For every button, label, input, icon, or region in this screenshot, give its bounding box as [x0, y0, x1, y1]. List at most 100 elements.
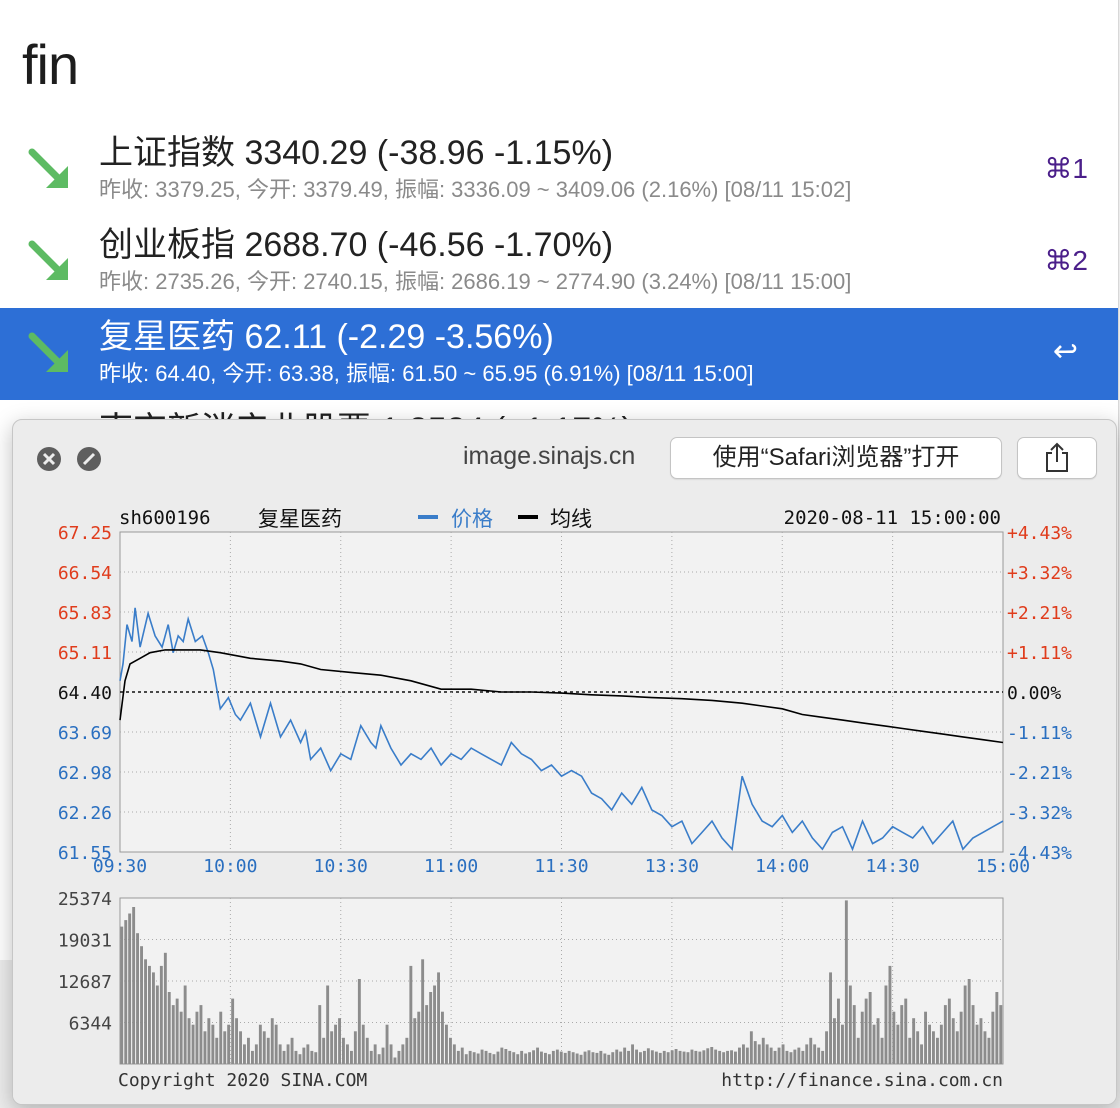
x-tick-label: 14:00: [755, 856, 809, 877]
y-tick-label: 65.11: [58, 643, 112, 664]
volume-bar: [662, 1050, 666, 1064]
volume-bar: [852, 1005, 856, 1064]
volume-bar: [251, 1050, 254, 1064]
close-icon[interactable]: [37, 447, 61, 471]
y-tick-label: 65.83: [58, 603, 112, 624]
volume-bar: [282, 1050, 286, 1064]
volume-bar: [749, 1031, 753, 1064]
y-right-tick-label: +1.11%: [1007, 643, 1072, 664]
legend-avg-label: 均线: [550, 507, 592, 531]
volume-bar: [789, 1052, 793, 1064]
volume-bar: [504, 1049, 508, 1064]
volume-bar: [346, 1044, 349, 1064]
volume-bar: [163, 952, 167, 1064]
y-right-tick-label: -3.32%: [1007, 803, 1072, 824]
volume-bar: [801, 1050, 805, 1064]
volume-bar: [254, 1044, 258, 1064]
volume-bar: [484, 1050, 488, 1064]
volume-bar: [837, 998, 840, 1064]
volume-bar: [563, 1052, 567, 1064]
volume-bar: [318, 1005, 322, 1064]
volume-bar: [825, 1031, 828, 1064]
volume-bar: [793, 1049, 797, 1064]
volume-bar: [706, 1048, 710, 1064]
volume-bar: [547, 1054, 551, 1064]
result-row-fosun-pharma[interactable]: 复星医药 62.11 (-2.29 -3.56%) 昨收: 64.40, 今开:…: [0, 308, 1118, 400]
volume-tick-label: 12687: [58, 972, 112, 993]
open-in-safari-button[interactable]: 使用“Safari浏览器”打开: [670, 437, 1002, 479]
volume-bar: [623, 1047, 627, 1064]
volume-bar: [841, 1024, 844, 1064]
volume-bar: [203, 1031, 207, 1064]
search-input[interactable]: fin: [22, 30, 79, 100]
volume-bar: [179, 1011, 183, 1064]
volume-bar: [900, 1005, 904, 1064]
y-tick-label: 64.40: [58, 683, 112, 704]
volume-bar: [654, 1051, 658, 1064]
x-tick-label: 11:30: [534, 856, 588, 877]
volume-bar: [734, 1051, 737, 1064]
volume-bar: [912, 1018, 916, 1064]
volume-bar: [449, 1037, 452, 1064]
x-tick-label: 14:30: [866, 856, 920, 877]
volume-bar: [761, 1037, 765, 1064]
quicklook-preview-window: image.sinajs.cn 使用“Safari浏览器”打开 sh600196…: [12, 419, 1117, 1105]
volume-bar: [326, 985, 330, 1064]
volume-bar: [183, 985, 187, 1064]
volume-bar: [373, 1044, 377, 1064]
volume-bar: [730, 1050, 733, 1064]
arrow-down-right-icon: [28, 148, 68, 188]
result-row-chinext-index[interactable]: 创业板指 2688.70 (-46.56 -1.70%) 昨收: 2735.26…: [0, 216, 1118, 308]
y-right-tick-label: +4.43%: [1007, 523, 1072, 544]
volume-bar: [195, 1011, 199, 1064]
volume-bar: [342, 1037, 345, 1064]
volume-bar: [650, 1050, 654, 1064]
shortcut-hint: ⌘1: [1044, 153, 1088, 184]
volume-bar: [722, 1052, 726, 1064]
volume-bar: [429, 992, 433, 1064]
volume-bar: [155, 985, 159, 1064]
result-row-shanghai-index[interactable]: 上证指数 3340.29 (-38.96 -1.15%) 昨收: 3379.25…: [0, 124, 1118, 216]
volume-tick-label: 19031: [58, 930, 112, 951]
volume-bar: [745, 1047, 749, 1064]
volume-bar: [413, 1018, 417, 1064]
volume-bar: [540, 1051, 543, 1064]
x-tick-label: 10:30: [314, 856, 368, 877]
volume-bar: [286, 1044, 290, 1064]
volume-bar: [294, 1050, 298, 1064]
share-button[interactable]: [1017, 437, 1097, 479]
volume-bar: [211, 1024, 215, 1064]
result-title: 复星医药 62.11 (-2.29 -3.56%): [99, 318, 554, 356]
volume-bar: [694, 1050, 698, 1064]
fullscreen-icon[interactable]: [77, 447, 101, 471]
volume-bar: [239, 1031, 242, 1064]
volume-bar: [334, 1024, 337, 1064]
volume-bar: [936, 1037, 939, 1064]
volume-bar: [385, 1024, 389, 1064]
volume-bar: [955, 1031, 959, 1064]
volume-bar: [951, 1018, 955, 1064]
volume-bar: [860, 1011, 864, 1064]
volume-bar: [441, 1011, 444, 1064]
volume-bar: [880, 1037, 884, 1064]
volume-bar: [928, 1024, 931, 1064]
x-tick-label: 09:30: [93, 856, 147, 877]
volume-bar: [809, 1037, 813, 1064]
volume-bar: [848, 985, 852, 1064]
volume-bar: [223, 1031, 227, 1064]
volume-bar: [544, 1052, 547, 1064]
volume-bar: [302, 1047, 306, 1064]
volume-bar: [152, 972, 155, 1064]
volume-bar: [215, 1037, 219, 1064]
volume-bar: [627, 1050, 630, 1064]
volume-bar: [330, 1031, 334, 1064]
volume-bar: [468, 1050, 472, 1064]
volume-bar: [571, 1052, 575, 1064]
volume-bar: [207, 1018, 211, 1064]
volume-bar: [639, 1052, 642, 1064]
volume-bar: [567, 1050, 571, 1064]
volume-tick-label: 25374: [58, 889, 112, 910]
volume-bar: [132, 907, 136, 1064]
volume-bar: [999, 1005, 1003, 1064]
volume-bar: [338, 1018, 341, 1064]
